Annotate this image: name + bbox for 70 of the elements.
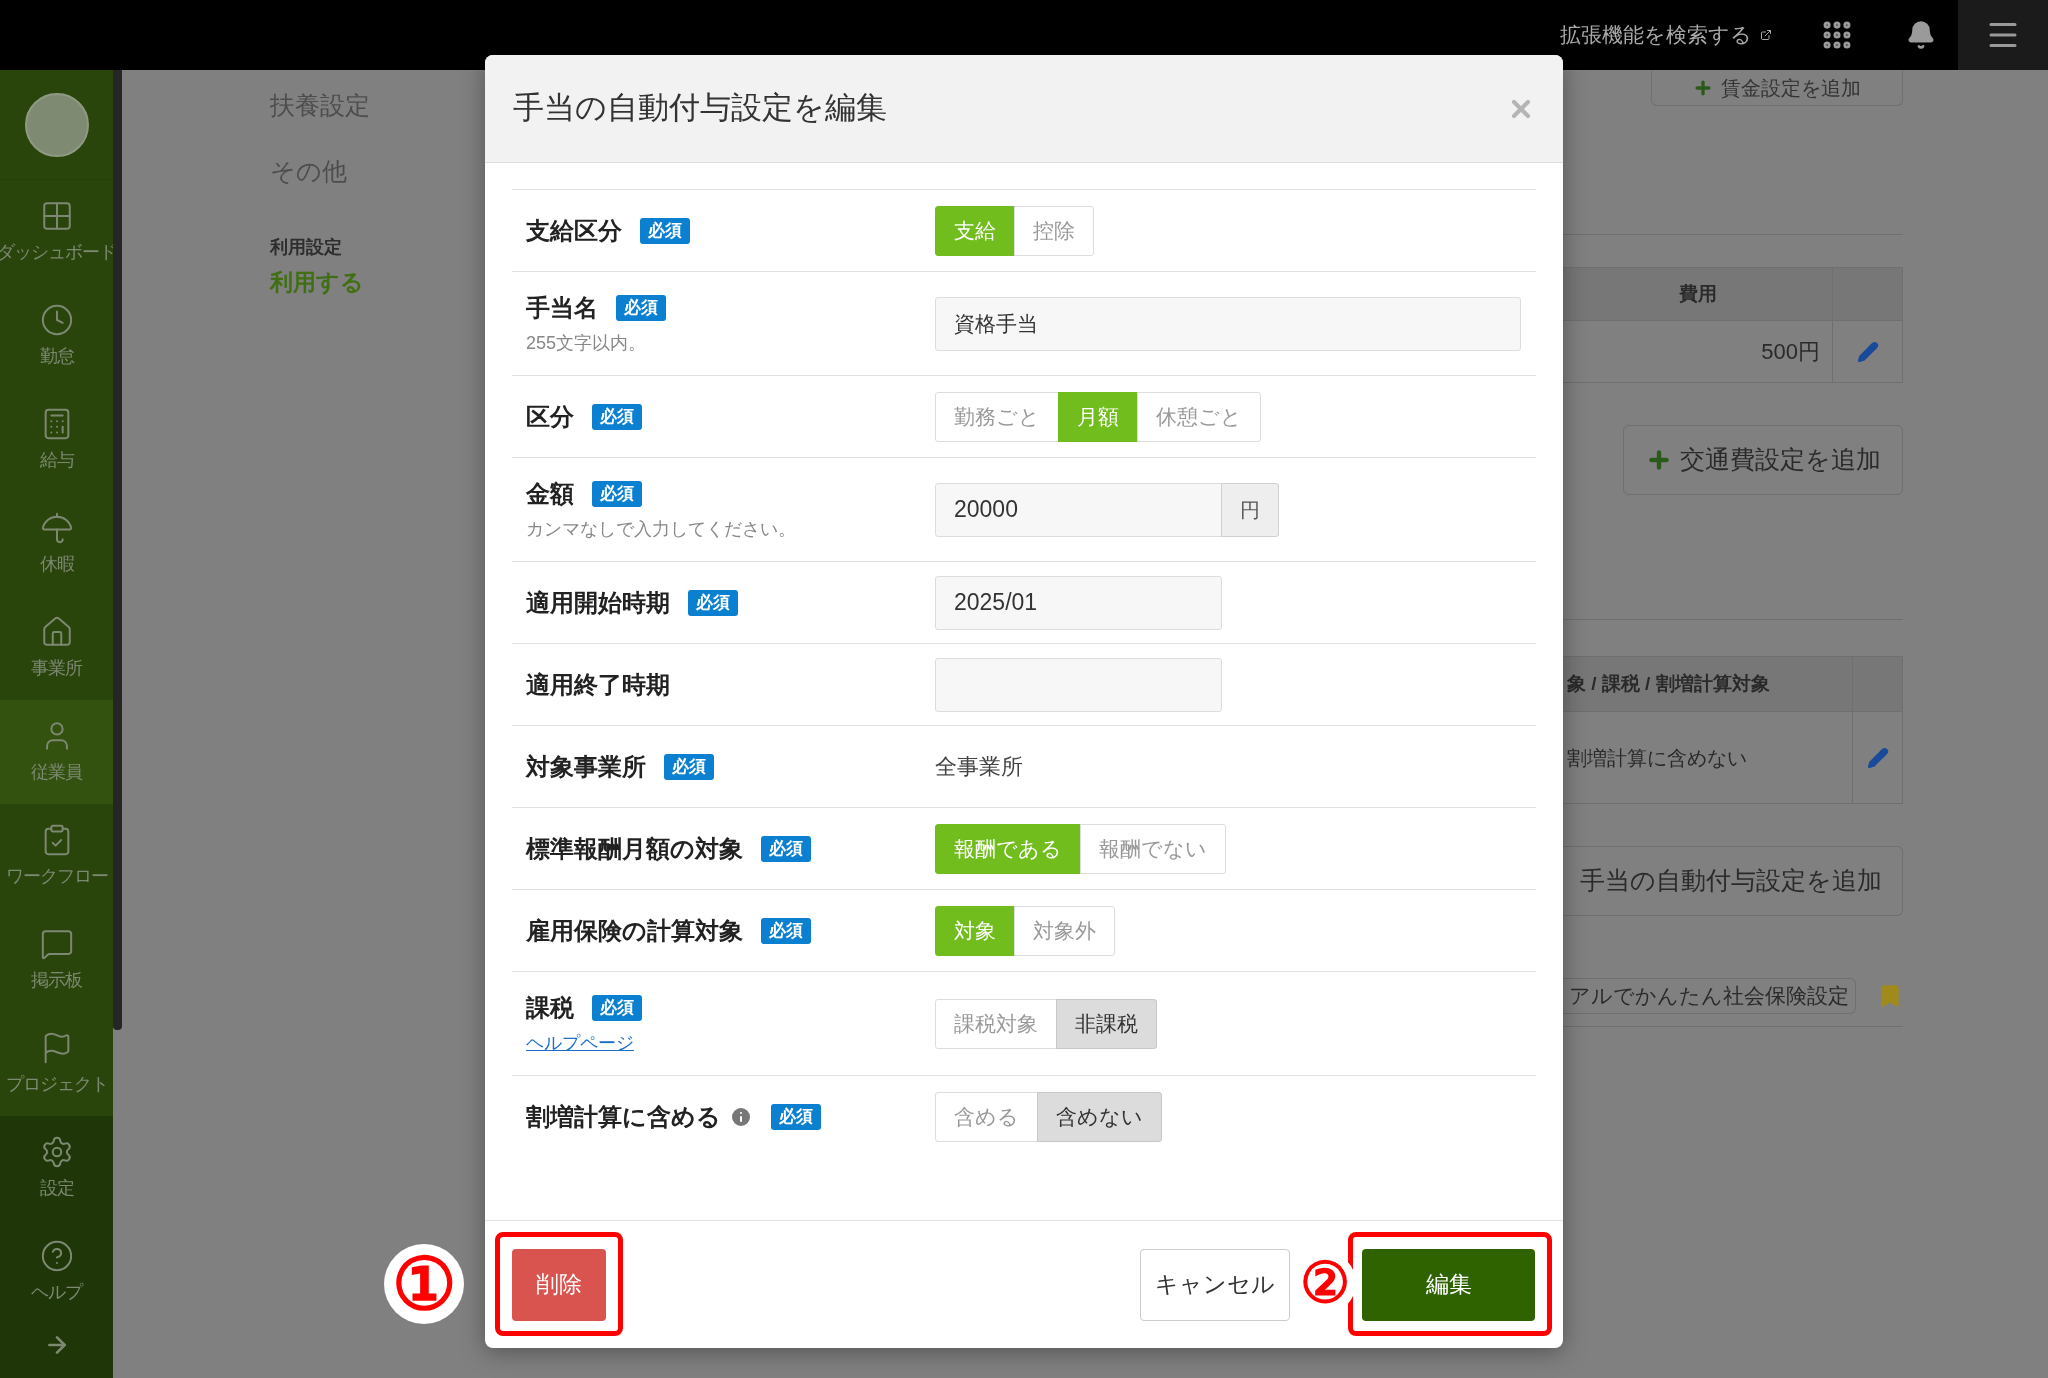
field-label: 支給区分 (526, 215, 622, 246)
field-hint: カンマなしで入力してください。 (526, 518, 797, 541)
sidebar-item[interactable]: 設定 (0, 1116, 113, 1220)
help-icon (39, 1238, 74, 1273)
menu-button[interactable] (1958, 0, 2048, 70)
date-field[interactable] (935, 657, 1222, 712)
table-cell-text: 500円 (1760, 338, 1821, 366)
required-badge: 必須 (761, 835, 811, 862)
field-value: 全事業所 (935, 753, 1023, 781)
date-field[interactable]: 2025/01 (935, 575, 1222, 630)
add-allowance-button[interactable]: 手当の自動付与設定を追加 (1563, 846, 1903, 916)
toggle-option[interactable]: 対象外 (1014, 905, 1115, 956)
toggle-option[interactable]: 非課税 (1056, 998, 1157, 1049)
setting-label: 利用設定 (270, 236, 343, 259)
bell-icon[interactable] (1906, 20, 1936, 50)
setting-value: 利用する (270, 268, 365, 297)
field-label: 標準報酬月額の対象 (526, 833, 743, 864)
sidebar-item[interactable]: ヘルプ (0, 1220, 113, 1324)
insurance-setting-button[interactable]: アルでかんたん社会保険設定 (1563, 978, 1856, 1014)
toggle-option[interactable]: 月額 (1058, 391, 1138, 442)
required-badge: 必須 (592, 481, 642, 507)
toggle-option[interactable]: 支給 (935, 205, 1015, 256)
sidebar-item[interactable]: 従業員 (0, 700, 113, 804)
field-hint: 255文字以内。 (526, 332, 648, 355)
required-badge: 必須 (664, 753, 714, 780)
scrollbar[interactable] (113, 70, 122, 1030)
toggle-option[interactable]: 報酬でない (1080, 823, 1226, 874)
field-label: 適用終了時期 (526, 669, 670, 700)
toggle-option[interactable]: 課税対象 (935, 998, 1057, 1049)
help-page-link[interactable]: ヘルプページ (526, 1030, 634, 1057)
clock-icon (39, 302, 74, 337)
field-label: 手当名 (526, 293, 598, 323)
unit-addon: 円 (1221, 482, 1279, 537)
table-header: 象 / 課税 / 割増計算対象 (1566, 671, 1771, 696)
umbrella-icon (39, 510, 74, 545)
required-badge: 必須 (640, 217, 690, 244)
table-header: 費用 (1677, 281, 1718, 306)
toggle-option[interactable]: 勤務ごと (935, 391, 1059, 442)
required-badge: 必須 (688, 589, 738, 616)
submit-button[interactable]: 編集 (1362, 1248, 1535, 1321)
field-label: 雇用保険の計算対象 (526, 915, 743, 946)
toggle-option[interactable]: 含める (935, 1091, 1038, 1142)
toggle-option[interactable]: 対象 (935, 905, 1015, 956)
extension-search-link[interactable]: 拡張機能を検索する (1560, 19, 1752, 51)
required-badge: 必須 (761, 917, 811, 944)
input-field[interactable]: 資格手当 (935, 296, 1521, 351)
field-label: 対象事業所 (526, 751, 646, 782)
required-badge: 必須 (616, 295, 666, 321)
field-label: 区分 (526, 401, 574, 432)
pencil-icon[interactable] (1856, 340, 1879, 363)
cancel-button[interactable]: キャンセル (1140, 1248, 1290, 1321)
delete-button[interactable]: 削除 (512, 1248, 606, 1321)
toggle-option[interactable]: 含めない (1037, 1091, 1162, 1142)
field-label: 割増計算に含める (526, 1101, 721, 1132)
add-commute-button[interactable]: 交通費設定を追加 (1623, 425, 1903, 495)
add-wage-button[interactable]: 賃金設定を追加 (1651, 70, 1903, 106)
input-field[interactable]: 20000 (935, 482, 1222, 537)
required-badge: 必須 (592, 995, 642, 1021)
external-link-icon (1760, 29, 1772, 41)
required-badge: 必須 (771, 1103, 821, 1130)
field-label: 課税 (526, 993, 574, 1023)
field-label: 金額 (526, 479, 574, 509)
toggle-option[interactable]: 控除 (1014, 205, 1094, 256)
dialog-title: 手当の自動付与設定を編集 (513, 89, 887, 128)
pencil-icon[interactable] (1866, 746, 1889, 769)
field-label: 適用開始時期 (526, 587, 670, 618)
required-badge: 必須 (592, 403, 642, 430)
table-cell-text: 割増計算に含めない (1566, 745, 1748, 771)
toggle-option[interactable]: 報酬である (935, 823, 1081, 874)
toggle-option[interactable]: 休憩ごと (1137, 391, 1261, 442)
